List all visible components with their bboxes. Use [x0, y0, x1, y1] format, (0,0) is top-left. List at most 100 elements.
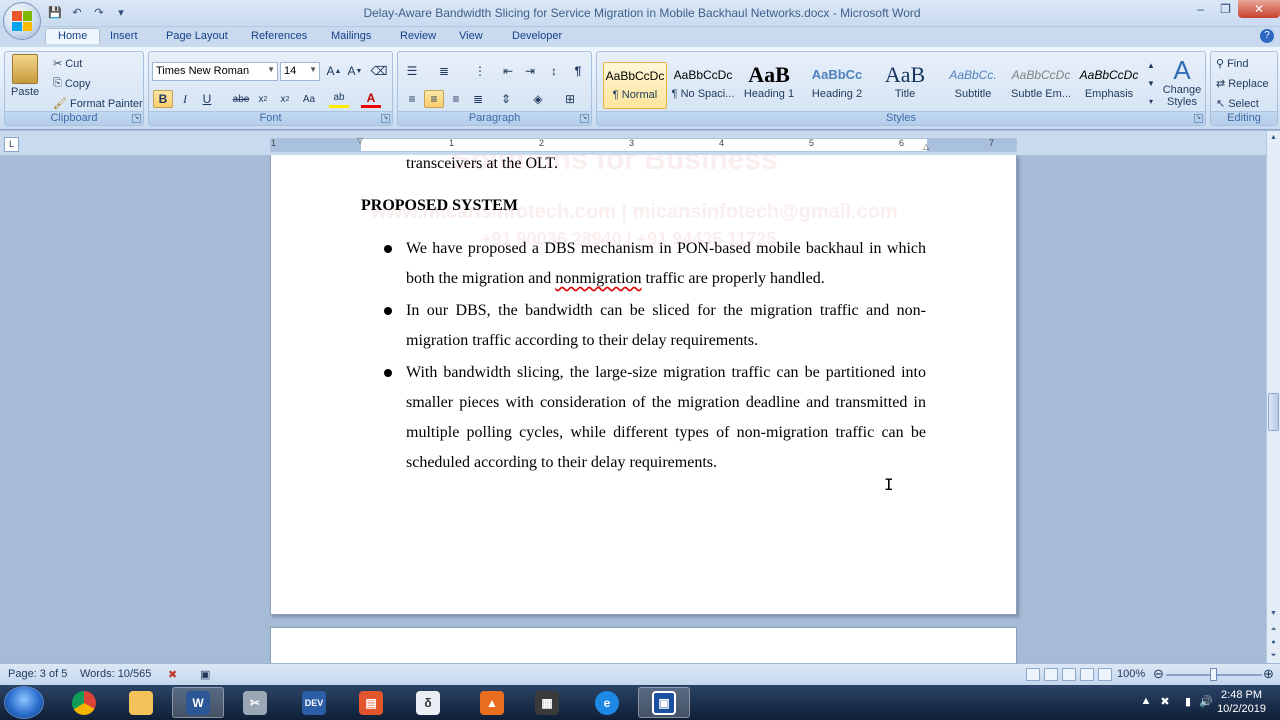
tab-selector-icon[interactable]: L	[4, 137, 19, 152]
borders-icon[interactable]: ⊞	[560, 90, 580, 108]
find-button[interactable]: ⚲ Find	[1216, 57, 1248, 71]
style-title[interactable]: AaB Title	[873, 62, 937, 109]
web-layout-icon[interactable]	[1062, 668, 1076, 681]
zoom-slider-thumb[interactable]	[1210, 668, 1217, 681]
taskbar-explorer[interactable]	[115, 687, 167, 718]
taskbar-app-2[interactable]: δ	[402, 687, 454, 718]
select-browse-object-icon[interactable]: ●	[1267, 636, 1280, 650]
paste-button[interactable]: Paste	[11, 54, 39, 98]
style-emphasis[interactable]: AaBbCcDc Emphasis	[1077, 62, 1141, 109]
dialog-launcher-icon[interactable]: ↘	[580, 114, 589, 123]
tab-references[interactable]: References	[251, 30, 307, 42]
bold-icon[interactable]: B	[153, 90, 173, 108]
style-subtitle[interactable]: AaBbCc. Subtitle	[941, 62, 1005, 109]
volume-icon[interactable]: 🔊	[1198, 695, 1214, 709]
select-button[interactable]: ↖ Select	[1216, 97, 1259, 111]
line-spacing-icon[interactable]: ⇕	[496, 90, 516, 108]
align-center-icon[interactable]: ≡	[424, 90, 444, 108]
zoom-level[interactable]: 100%	[1117, 668, 1145, 680]
shrink-font-icon[interactable]: A ▼	[345, 62, 365, 80]
align-left-icon[interactable]: ≡	[402, 90, 422, 108]
taskbar-app[interactable]: ▤	[345, 687, 397, 718]
macro-record-icon[interactable]: ▣	[200, 668, 210, 681]
network-error-icon[interactable]: ✖	[1157, 695, 1173, 709]
tab-insert[interactable]: Insert	[110, 30, 138, 42]
clear-formatting-icon[interactable]: ⌫	[369, 62, 389, 80]
strikethrough-icon[interactable]: abe	[231, 90, 251, 108]
tab-view[interactable]: View	[459, 30, 483, 42]
taskbar-recorder[interactable]: ▣	[638, 687, 690, 718]
gallery-more-icon[interactable]: ▾	[1145, 92, 1157, 110]
style-heading-2[interactable]: AaBbCc Heading 2	[805, 62, 869, 109]
gallery-down-icon[interactable]: ▼	[1145, 74, 1157, 92]
start-button[interactable]	[4, 686, 44, 719]
proofing-error-icon[interactable]: ✖	[168, 668, 177, 681]
next-page[interactable]	[270, 627, 1017, 663]
shading-icon[interactable]: ◈	[528, 90, 548, 108]
vertical-scrollbar[interactable]: ▲ ▼ ⏶ ● ⏷	[1266, 131, 1280, 663]
misspelled-word[interactable]: nonmigration	[555, 270, 641, 287]
increase-indent-icon[interactable]: ⇥	[520, 62, 540, 80]
format-painter-button[interactable]: 🖌 Format Painter	[53, 97, 143, 111]
highlight-icon[interactable]: ab	[329, 90, 349, 108]
bullets-icon[interactable]: ☰	[402, 62, 422, 80]
minimize-icon[interactable]: –	[1188, 0, 1213, 18]
word-count[interactable]: Words: 10/565	[80, 668, 151, 680]
show-paragraph-marks-icon[interactable]: ¶	[568, 62, 588, 80]
print-layout-icon[interactable]	[1026, 668, 1040, 681]
decrease-indent-icon[interactable]: ⇤	[498, 62, 518, 80]
tab-review[interactable]: Review	[400, 30, 436, 42]
taskbar-word[interactable]: W	[172, 687, 224, 718]
previous-page-icon[interactable]: ⏶	[1267, 623, 1280, 637]
taskbar-chrome[interactable]	[58, 687, 110, 718]
close-icon[interactable]: ✕	[1238, 0, 1280, 18]
dialog-launcher-icon[interactable]: ↘	[381, 114, 390, 123]
numbering-icon[interactable]: ≣	[434, 62, 454, 80]
scroll-thumb[interactable]	[1268, 393, 1279, 431]
taskbar-devcpp[interactable]: DEV	[288, 687, 340, 718]
tab-mailings[interactable]: Mailings	[331, 30, 371, 42]
scroll-up-icon[interactable]: ▲	[1267, 131, 1280, 145]
draft-icon[interactable]	[1098, 668, 1112, 681]
style-no-spacing[interactable]: AaBbCcDc ¶ No Spaci...	[671, 62, 735, 109]
subscript-icon[interactable]: x2	[253, 90, 273, 108]
change-case-icon[interactable]: Aa	[299, 90, 319, 108]
horizontal-ruler[interactable]: 1 1 2 3 4 5 6 7 ▽ △	[270, 136, 1017, 152]
multilevel-list-icon[interactable]: ⋮	[470, 62, 490, 80]
font-color-icon[interactable]: A	[361, 90, 381, 108]
tab-home[interactable]: Home	[45, 28, 101, 44]
office-button[interactable]	[3, 2, 41, 40]
justify-icon[interactable]: ≣	[468, 90, 488, 108]
scroll-down-icon[interactable]: ▼	[1267, 607, 1280, 621]
sort-icon[interactable]: ↕	[544, 62, 564, 80]
page-count[interactable]: Page: 3 of 5	[8, 668, 67, 680]
tab-page-layout[interactable]: Page Layout	[166, 30, 228, 42]
system-clock[interactable]: 2:48 PM 10/2/2019	[1217, 688, 1266, 716]
style-normal[interactable]: AaBbCcDc ¶ Normal	[603, 62, 667, 109]
italic-icon[interactable]: I	[175, 90, 195, 108]
maximize-icon[interactable]: ❐	[1213, 0, 1238, 18]
taskbar-ie[interactable]: e	[581, 687, 633, 718]
font-name-combo[interactable]: Times New Roman ▼	[152, 62, 278, 81]
copy-button[interactable]: ⎘ Copy	[53, 77, 91, 90]
style-subtle-emphasis[interactable]: AaBbCcDc Subtle Em...	[1009, 62, 1073, 109]
style-heading-1[interactable]: AaB Heading 1	[737, 62, 801, 109]
tab-developer[interactable]: Developer	[512, 30, 562, 42]
change-styles-button[interactable]: A Change Styles	[1161, 56, 1203, 108]
gallery-up-icon[interactable]: ▲	[1145, 56, 1157, 74]
document-page[interactable]: Solutions for Business www.micansinfotec…	[270, 155, 1017, 615]
outline-icon[interactable]	[1080, 668, 1094, 681]
dialog-launcher-icon[interactable]: ↘	[132, 114, 141, 123]
next-page-icon[interactable]: ⏷	[1267, 649, 1280, 663]
grow-font-icon[interactable]: A ▲	[324, 62, 344, 80]
right-indent-marker-icon[interactable]: △	[923, 142, 929, 151]
taskbar-chip[interactable]: ▦	[521, 687, 573, 718]
font-size-combo[interactable]: 14 ▼	[280, 62, 320, 81]
indent-marker-icon[interactable]: ▽	[357, 136, 363, 145]
superscript-icon[interactable]: x2	[275, 90, 295, 108]
zoom-in-icon[interactable]: ⊕	[1263, 666, 1274, 682]
help-icon[interactable]: ?	[1260, 29, 1274, 43]
zoom-out-icon[interactable]: ⊖	[1153, 666, 1164, 682]
taskbar-snipping[interactable]: ✂	[229, 687, 281, 718]
replace-button[interactable]: ⇄ Replace	[1216, 77, 1269, 91]
